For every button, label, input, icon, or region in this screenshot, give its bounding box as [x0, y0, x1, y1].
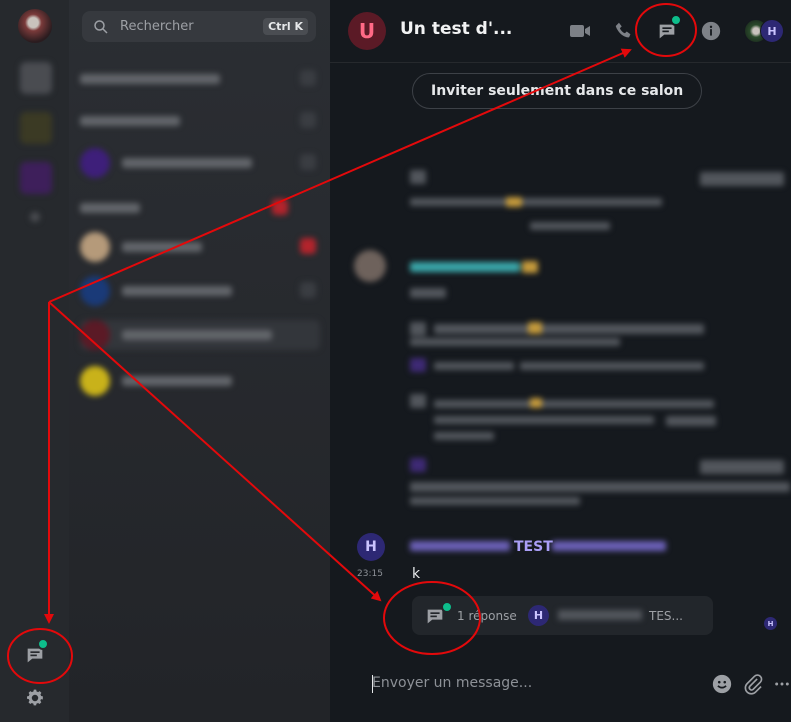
- video-call-button[interactable]: [567, 18, 593, 44]
- video-call-icon: [570, 25, 590, 37]
- thread-reply-count: 1 réponse: [457, 609, 517, 623]
- blurred-thread-author: [558, 610, 642, 620]
- threads-activity-button[interactable]: [22, 638, 49, 668]
- invite-to-room-button[interactable]: Inviter seulement dans ce salon: [412, 73, 703, 109]
- room-info-icon: [701, 21, 721, 41]
- room-list-item[interactable]: [80, 366, 320, 396]
- user-avatar[interactable]: [18, 9, 52, 43]
- emoji-button[interactable]: [710, 672, 734, 696]
- space-bar: [0, 0, 69, 722]
- space-tile[interactable]: [20, 62, 52, 94]
- voice-call-icon: [615, 22, 631, 38]
- more-options-icon: [775, 682, 789, 686]
- space-tile[interactable]: [20, 162, 52, 194]
- attachment-icon: [744, 674, 763, 695]
- search-placeholder: Rechercher: [120, 19, 194, 34]
- unread-dot: [670, 14, 682, 26]
- space-tile[interactable]: [30, 212, 40, 222]
- attachment-button[interactable]: [741, 672, 765, 696]
- room-list-item[interactable]: [80, 148, 320, 178]
- unread-dot: [441, 601, 453, 613]
- message-timestamp: 23:15: [357, 569, 383, 579]
- more-options-button[interactable]: [773, 672, 791, 696]
- room-list-item[interactable]: [80, 64, 320, 94]
- room-list-item[interactable]: [80, 276, 320, 306]
- room-list-item[interactable]: [80, 106, 320, 136]
- member-avatar[interactable]: H: [760, 19, 784, 43]
- room-header: U Un test d'... H: [330, 0, 791, 63]
- settings-gear-icon: [27, 689, 43, 706]
- search-shortcut: Ctrl K: [263, 18, 308, 35]
- emoji-icon: [712, 674, 732, 694]
- threads-button[interactable]: [654, 14, 682, 44]
- room-avatar[interactable]: U: [348, 12, 386, 50]
- unread-dot: [37, 638, 49, 650]
- read-receipt[interactable]: H: [764, 617, 777, 630]
- space-tile[interactable]: [20, 112, 52, 144]
- thread-author-avatar: H: [528, 605, 549, 626]
- search-bar[interactable]: Rechercher Ctrl K: [82, 11, 316, 42]
- room-info-button[interactable]: [698, 18, 724, 44]
- sender-avatar[interactable]: H: [357, 533, 385, 561]
- thread-summary[interactable]: 1 réponse H TES...: [412, 596, 713, 635]
- voice-call-button[interactable]: [611, 18, 637, 44]
- room-list-item[interactable]: [80, 232, 320, 262]
- thread-preview: TES...: [649, 609, 683, 623]
- room-view: U Un test d'... H Inviter seulement dans…: [330, 0, 791, 722]
- room-title[interactable]: Un test d'...: [400, 19, 512, 39]
- room-list-item-selected[interactable]: [80, 320, 320, 350]
- sender-name[interactable]: TEST: [514, 539, 553, 555]
- message-body: k: [412, 566, 421, 582]
- message-composer[interactable]: Envoyer un message...: [372, 675, 532, 691]
- search-icon: [94, 19, 108, 34]
- room-list-item[interactable]: [80, 193, 320, 223]
- settings-button[interactable]: [23, 686, 47, 710]
